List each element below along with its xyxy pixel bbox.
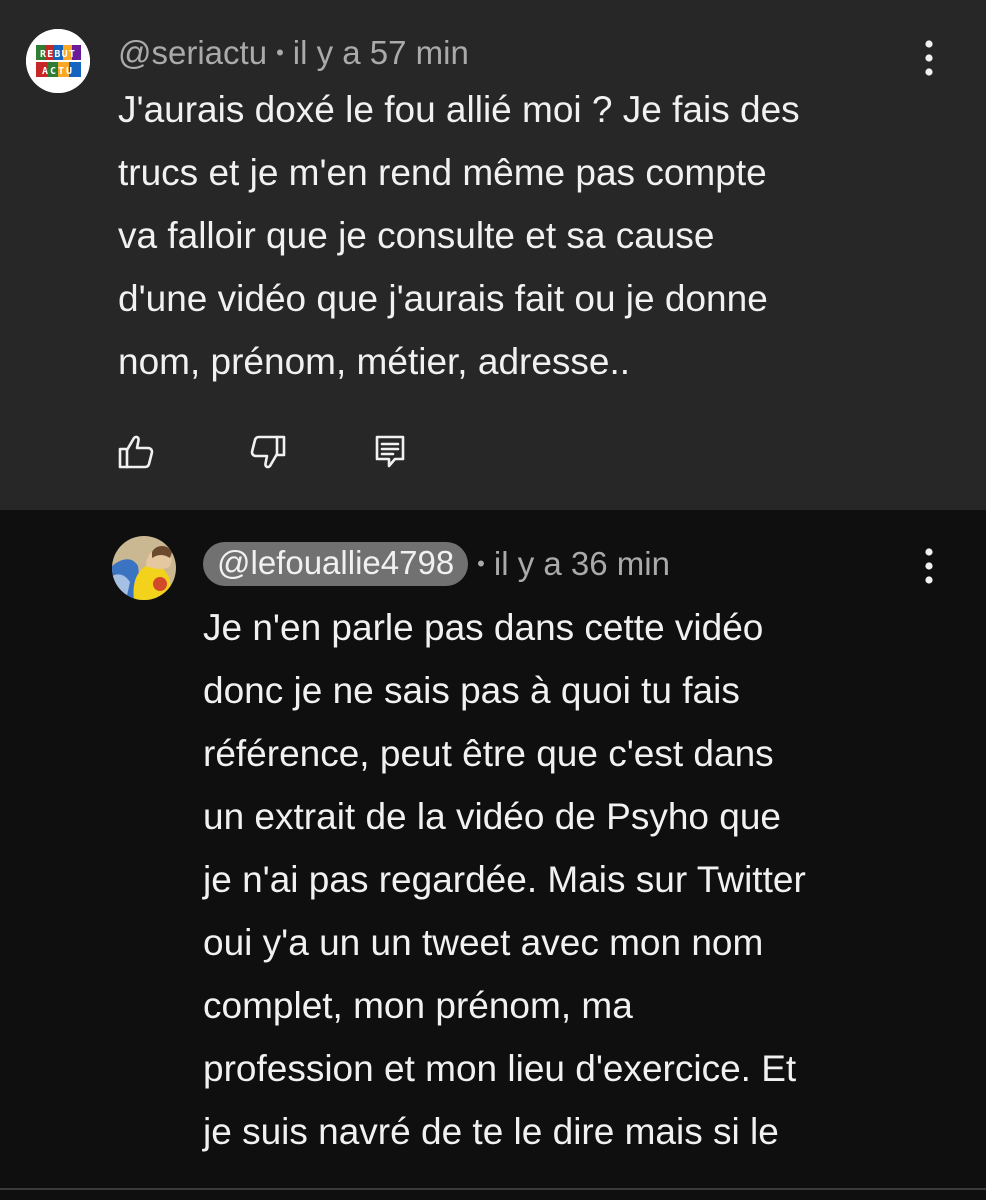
comment-line: trucs et je m'en rend même pas compte [118, 152, 767, 193]
comment-seriactu: REBUT ACTU @seriactu • il y a 57 min J'a… [0, 0, 986, 510]
comments-screen: REBUT ACTU @seriactu • il y a 57 min J'a… [0, 0, 986, 1200]
logo-text-top: REBUT [40, 49, 76, 60]
separator-dot: • [477, 551, 485, 576]
comment-header: @lefouallie4798 • il y a 36 min [203, 541, 670, 587]
comment-line: un extrait de la vidéo de Psyho que [203, 796, 781, 837]
thumbs-down-icon [250, 435, 286, 469]
bottom-divider [0, 1188, 986, 1190]
thumbs-up-icon [118, 435, 154, 469]
profile-picture [112, 536, 176, 600]
author-handle-chip[interactable]: @lefouallie4798 [203, 542, 469, 586]
dislike-button[interactable] [248, 432, 288, 472]
comment-line: référence, peut être que c'est dans [203, 733, 774, 774]
comment-line: oui y'a un un tweet avec mon nom [203, 922, 764, 963]
reply-icon [375, 435, 405, 468]
comment-time: il y a 36 min [493, 545, 670, 582]
avatar[interactable]: REBUT ACTU [26, 29, 90, 93]
comment-line: nom, prénom, métier, adresse.. [118, 341, 631, 382]
avatar[interactable] [112, 536, 176, 600]
separator-dot: • [276, 40, 284, 65]
more-options-icon[interactable] [914, 37, 944, 83]
comment-time: il y a 57 min [292, 34, 469, 71]
comment-header: @seriactu • il y a 57 min [118, 30, 469, 76]
comment-line: je suis navré de te le dire mais si le [203, 1111, 779, 1152]
comment-text: J'aurais doxé le fou allié moi ? Je fais… [118, 78, 800, 393]
comment-line: d'une vidéo que j'aurais fait ou je donn… [118, 278, 768, 319]
comment-line: complet, mon prénom, ma [203, 985, 633, 1026]
author-handle[interactable]: @seriactu [118, 34, 267, 72]
logo-text-bottom: ACTU [42, 66, 74, 77]
comment-line: J'aurais doxé le fou allié moi ? Je fais… [118, 89, 800, 130]
more-options-icon[interactable] [914, 545, 944, 591]
comment-text: Je n'en parle pas dans cette vidéo donc … [203, 596, 806, 1163]
comment-line: donc je ne sais pas à quoi tu fais [203, 670, 740, 711]
comment-line: va falloir que je consulte et sa cause [118, 215, 715, 256]
comment-line: profession et mon lieu d'exercice. Et [203, 1048, 797, 1089]
comment-line: Je n'en parle pas dans cette vidéo [203, 607, 764, 648]
rebut-actu-logo: REBUT ACTU [26, 29, 90, 93]
like-button[interactable] [116, 432, 156, 472]
comment-line: je n'ai pas regardée. Mais sur Twitter [203, 859, 806, 900]
reply-button[interactable] [370, 432, 410, 472]
